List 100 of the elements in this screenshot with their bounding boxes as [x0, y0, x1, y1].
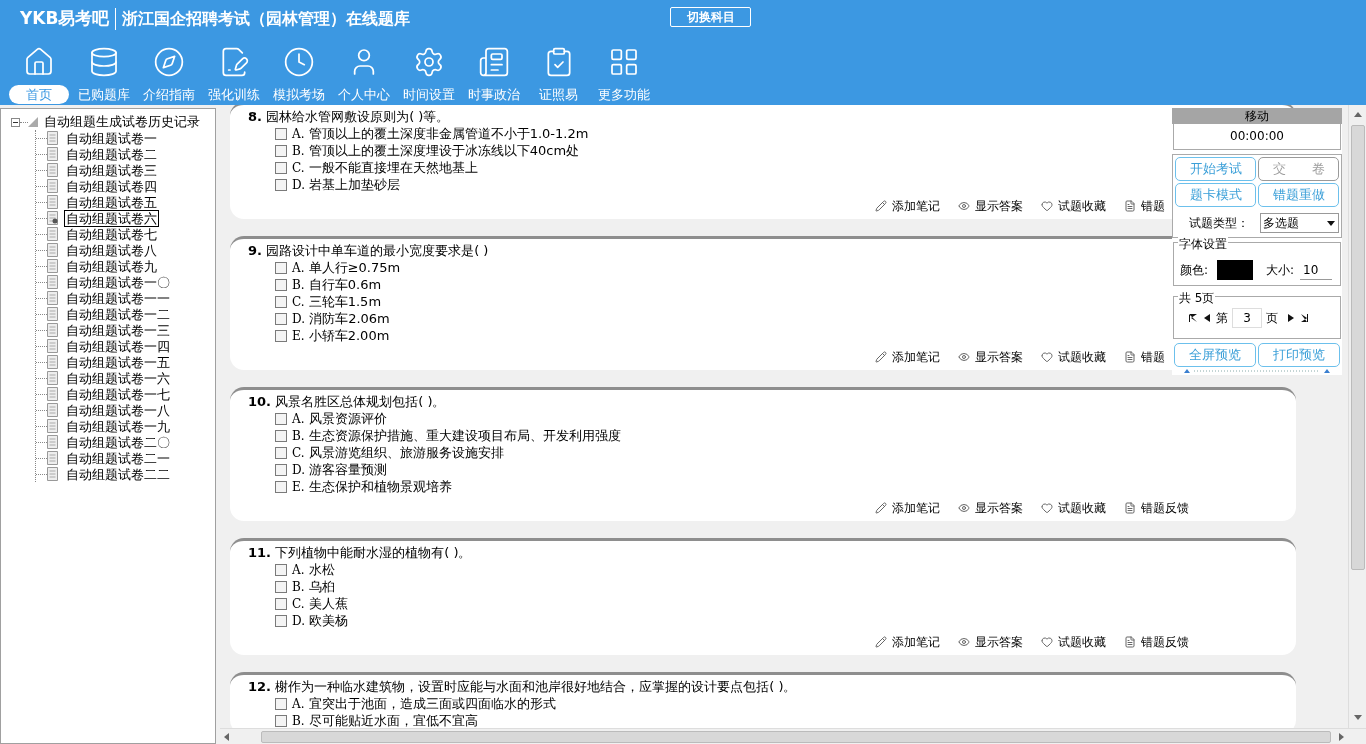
question-action[interactable]: 显示答案: [958, 498, 1023, 517]
answer-checkbox[interactable]: [275, 597, 287, 610]
question-action[interactable]: 添加笔记: [875, 347, 940, 366]
question-action[interactable]: 错题反馈: [1124, 632, 1189, 651]
answer-checkbox[interactable]: [275, 178, 287, 191]
answer-checkbox[interactable]: [275, 329, 287, 342]
tree-item[interactable]: 自动组题试卷一二: [64, 305, 172, 323]
tree-item[interactable]: 自动组题试卷一六: [64, 369, 172, 387]
resize-grip-icon[interactable]: [1182, 368, 1332, 373]
question-action[interactable]: 添加笔记: [875, 632, 940, 651]
question-action[interactable]: 显示答案: [958, 347, 1023, 366]
question-text: 12. 榭作为一种临水建筑物，设置时应能与水面和池岸很好地结合，应掌握的设计要点包括( )。: [248, 678, 797, 695]
question-text: 10. 风景名胜区总体规划包括( )。: [248, 393, 446, 410]
panel-title[interactable]: 移动: [1172, 108, 1342, 124]
answer-checkbox[interactable]: [275, 429, 287, 442]
file-icon: [47, 275, 58, 289]
question-action[interactable]: 显示答案: [958, 632, 1023, 651]
clock-icon[interactable]: [282, 46, 315, 78]
answer-checkbox[interactable]: [275, 446, 287, 459]
scroll-left-icon[interactable]: [224, 732, 229, 741]
answer-checkbox[interactable]: [275, 563, 287, 576]
answer-checkbox[interactable]: [275, 412, 287, 425]
tree-item[interactable]: 自动组题试卷二二: [64, 465, 172, 483]
file-icon: [47, 131, 58, 145]
file-icon: [47, 243, 58, 257]
heart-icon: [1041, 350, 1053, 363]
tree-root-label[interactable]: 自动组题生成试卷历史记录: [44, 112, 200, 132]
answer-checkbox[interactable]: [275, 144, 287, 157]
file-icon: [47, 259, 58, 273]
question-action[interactable]: 试题收藏: [1041, 632, 1106, 651]
vertical-scrollbar[interactable]: [1348, 105, 1366, 728]
answer-checkbox[interactable]: [275, 312, 287, 325]
tree-item[interactable]: 自动组题试卷一: [64, 129, 159, 147]
scroll-up-icon[interactable]: [1353, 112, 1362, 117]
color-label: 颜色:: [1180, 262, 1209, 279]
question-action[interactable]: 试题收藏: [1041, 196, 1106, 215]
tree-item[interactable]: 自动组题试卷一五: [64, 353, 172, 371]
newspaper-icon[interactable]: [477, 46, 510, 78]
tree-item[interactable]: 自动组题试卷八: [64, 241, 159, 259]
tree-item[interactable]: 自动组题试卷一九: [64, 417, 172, 435]
option-text: A. 风景资源评价: [292, 409, 387, 428]
first-page-icon[interactable]: [1188, 312, 1198, 323]
answer-checkbox[interactable]: [275, 278, 287, 291]
question-action[interactable]: 试题收藏: [1041, 498, 1106, 517]
tree-item[interactable]: 自动组题试卷六: [64, 209, 159, 227]
size-field[interactable]: 10: [1300, 260, 1333, 280]
file-icon: [47, 387, 58, 401]
pencil-icon: [875, 635, 887, 648]
tree-item[interactable]: 自动组题试卷二一: [64, 449, 172, 467]
question-action[interactable]: 添加笔记: [875, 196, 940, 215]
question-action[interactable]: 试题收藏: [1041, 347, 1106, 366]
tree-item[interactable]: 自动组题试卷九: [64, 257, 159, 275]
scroll-right-icon[interactable]: [1339, 732, 1344, 741]
tree-item[interactable]: 自动组题试卷三: [64, 161, 159, 179]
last-page-icon[interactable]: [1300, 312, 1310, 323]
tree-item[interactable]: 自动组题试卷一七: [64, 385, 172, 403]
collapse-icon[interactable]: [11, 117, 20, 127]
question-action[interactable]: 错题: [1124, 196, 1165, 215]
compass-icon[interactable]: [152, 46, 185, 78]
question-action[interactable]: 添加笔记: [875, 498, 940, 517]
tree-item[interactable]: 自动组题试卷四: [64, 177, 159, 195]
timer-display: 00:00:00: [1173, 124, 1341, 150]
file-icon: [47, 467, 58, 481]
tree-item[interactable]: 自动组题试卷二: [64, 145, 159, 163]
answer-checkbox[interactable]: [275, 480, 287, 493]
answer-checkbox[interactable]: [275, 261, 287, 274]
answer-checkbox[interactable]: [275, 614, 287, 627]
color-swatch[interactable]: [1217, 260, 1254, 280]
option-text: C. 风景游览组织、旅游服务设施安排: [292, 443, 504, 462]
question-action[interactable]: 显示答案: [958, 196, 1023, 215]
tree-item[interactable]: 自动组题试卷一三: [64, 321, 172, 339]
answer-checkbox[interactable]: [275, 295, 287, 308]
scroll-down-icon[interactable]: [1353, 715, 1362, 720]
answer-checkbox[interactable]: [275, 697, 287, 710]
answer-checkbox[interactable]: [275, 580, 287, 593]
tree-item[interactable]: 自动组题试卷二〇: [64, 433, 172, 451]
horizontal-scrollbar[interactable]: [220, 728, 1366, 744]
document-icon: [1124, 635, 1136, 648]
answer-checkbox[interactable]: [275, 127, 287, 140]
answer-checkbox[interactable]: [275, 463, 287, 476]
eye-icon: [958, 501, 970, 514]
answer-checkbox[interactable]: [275, 714, 287, 727]
type-select[interactable]: 多选题: [1260, 213, 1339, 233]
tree-item[interactable]: 自动组题试卷一四: [64, 337, 172, 355]
option-text: A. 单人行≥0.75m: [292, 258, 401, 277]
question-action[interactable]: 错题: [1124, 347, 1165, 366]
tree-item[interactable]: 自动组题试卷五: [64, 193, 159, 211]
page-field[interactable]: 3: [1232, 307, 1262, 328]
document-icon: [1124, 350, 1136, 363]
tree-item[interactable]: 自动组题试卷一〇: [64, 273, 172, 291]
prev-page-icon[interactable]: [1202, 312, 1212, 323]
next-page-icon[interactable]: [1286, 312, 1296, 323]
answer-checkbox[interactable]: [275, 161, 287, 174]
tree-item[interactable]: 自动组题试卷一八: [64, 401, 172, 419]
file-icon: [47, 371, 58, 385]
question-action[interactable]: 错题反馈: [1124, 498, 1189, 517]
tree-item[interactable]: 自动组题试卷一一: [64, 289, 172, 307]
tree-item[interactable]: 自动组题试卷七: [64, 225, 159, 243]
document-icon: [1124, 501, 1136, 514]
option-text: C. 三轮车1.5m: [292, 292, 382, 311]
